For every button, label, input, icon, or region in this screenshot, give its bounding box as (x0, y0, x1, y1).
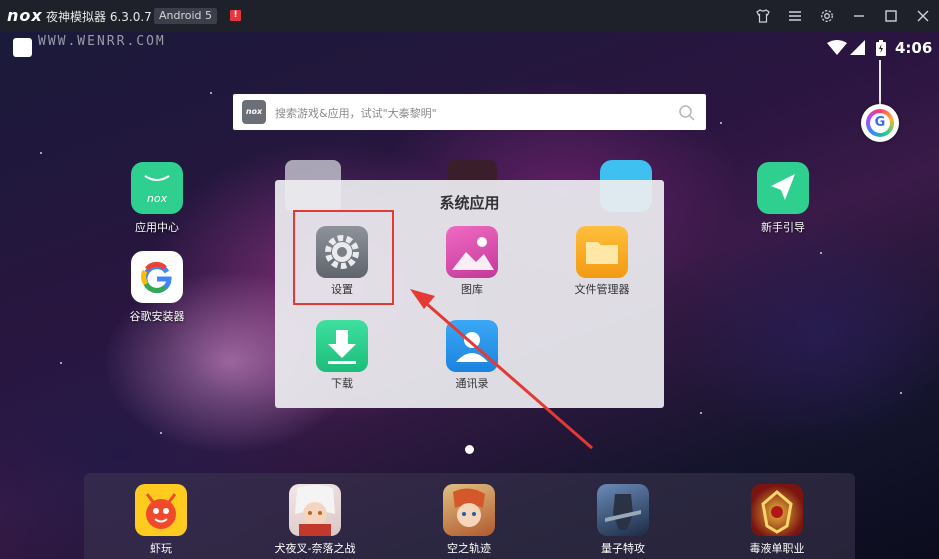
close-icon (917, 10, 929, 22)
trails-icon (443, 484, 495, 536)
dock-app-label: 毒液单职业 (749, 542, 805, 555)
contacts-app[interactable]: 通讯录 (422, 320, 522, 391)
search-bar[interactable]: nox 搜索游戏&应用，试试"大秦黎明" (233, 94, 706, 130)
app-store-app[interactable]: nox 应用中心 (117, 162, 197, 235)
dock-app-label: 犬夜叉-奈落之战 (274, 542, 356, 555)
app-label: 图库 (461, 283, 483, 296)
star (60, 362, 62, 364)
app-label: 设置 (331, 283, 353, 296)
settings-button[interactable] (812, 0, 842, 32)
minimize-icon (854, 15, 864, 17)
page-indicator (465, 445, 474, 454)
quantum-icon (597, 484, 649, 536)
game-center-icon: G (866, 109, 894, 137)
window-titlebar: nox 夜神模拟器 6.3.0.7 Android 5 ! (0, 0, 939, 32)
skin-button[interactable] (748, 0, 778, 32)
gear-icon (821, 10, 833, 22)
app-label: 谷歌安装器 (129, 310, 185, 323)
guide-app[interactable]: 新手引导 (743, 162, 823, 235)
maximize-button[interactable] (876, 0, 906, 32)
file-manager-app[interactable]: 文件管理器 (552, 226, 652, 297)
star (900, 392, 902, 394)
folder-icon (576, 226, 628, 278)
dock-app-venom[interactable]: 毒液单职业 (722, 484, 832, 556)
inuyasha-icon (289, 484, 341, 536)
star (40, 152, 42, 154)
nox-search-logo: nox (242, 100, 266, 124)
star (700, 412, 702, 414)
app-label: 应用中心 (135, 221, 179, 234)
watermark: WWW.WENRR.COM (38, 34, 166, 49)
battery-icon (876, 40, 886, 56)
app-label: 下载 (331, 377, 353, 390)
dock-app-label: 空之轨迹 (447, 542, 491, 555)
search-input[interactable]: 搜索游戏&应用，试试"大秦黎明" (275, 105, 437, 121)
search-icon[interactable] (678, 104, 696, 122)
app-label: 新手引导 (761, 221, 805, 234)
dock-app-label: 虾玩 (150, 542, 172, 555)
android-home-screen: 4:06 G nox 搜索游戏&应用，试试"大秦黎明" nox 应用中心 谷歌安… (0, 32, 939, 559)
gallery-icon (446, 226, 498, 278)
floating-button-stick (879, 60, 881, 106)
google-installer-app[interactable]: 谷歌安装器 (117, 251, 197, 324)
star (210, 92, 212, 94)
close-button[interactable] (908, 0, 938, 32)
gallery-app[interactable]: 图库 (422, 226, 522, 297)
dock-app-label: 量子特攻 (601, 542, 645, 555)
system-apps-folder: 系统应用 设置 图库 文件管理器 下载 通讯录 (275, 180, 664, 408)
shirt-icon (756, 9, 770, 23)
venom-icon (751, 484, 803, 536)
google-icon (131, 251, 183, 303)
window-title: 夜神模拟器 6.3.0.7 (46, 10, 152, 24)
contacts-icon (446, 320, 498, 372)
clock: 4:06 (895, 39, 933, 57)
app-label: 文件管理器 (574, 283, 630, 296)
app-label: 通讯录 (455, 377, 489, 390)
nox-store-icon: nox (131, 162, 183, 214)
minimize-button[interactable] (844, 0, 874, 32)
game-center-float-button[interactable]: G (861, 104, 899, 142)
svg-text:nox: nox (147, 192, 168, 205)
menu-icon (789, 11, 801, 21)
download-app[interactable]: 下载 (292, 320, 392, 391)
dock-app-inuyasha[interactable]: 犬夜叉-奈落之战 (260, 484, 370, 556)
dock-app-trails[interactable]: 空之轨迹 (414, 484, 524, 556)
settings-gear-icon (316, 226, 368, 278)
star (820, 252, 822, 254)
xiawan-icon (135, 484, 187, 536)
notification-icon (13, 38, 32, 57)
guide-arrow-icon (757, 162, 809, 214)
dock-app-quantum[interactable]: 量子特攻 (568, 484, 678, 556)
star (160, 432, 162, 434)
android-version-badge: Android 5 (154, 8, 218, 24)
folder-title: 系统应用 (439, 194, 500, 212)
maximize-icon (885, 10, 897, 22)
menu-button[interactable] (780, 0, 810, 32)
dock-app-xiawan[interactable]: 虾玩 (106, 484, 216, 556)
download-icon (316, 320, 368, 372)
wifi-icon (827, 40, 847, 55)
alert-badge[interactable]: ! (230, 10, 241, 21)
signal-icon (850, 40, 865, 55)
star (720, 122, 722, 124)
nox-logo: nox (7, 6, 43, 25)
settings-app[interactable]: 设置 (292, 226, 392, 297)
